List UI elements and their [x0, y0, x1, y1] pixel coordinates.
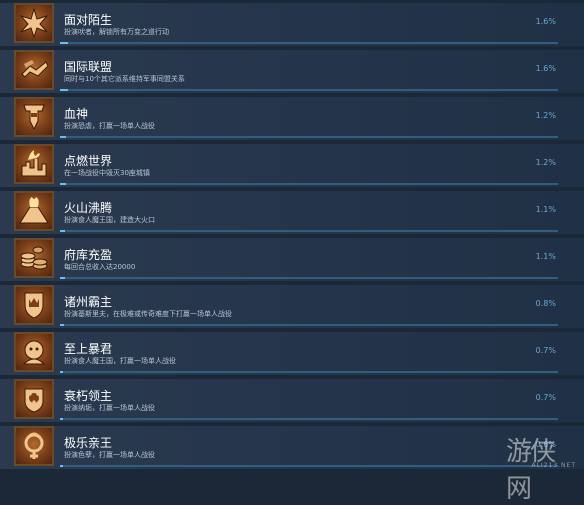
achievement-percent: 1.2% [535, 158, 556, 167]
progress-bar [60, 371, 558, 373]
achievement-percent: 1.1% [535, 205, 556, 214]
achievement-percent: 0.7% [535, 393, 556, 402]
progress-bar [60, 183, 558, 185]
achievement-description: 扮演纳垢，打赢一场单人战役 [64, 404, 155, 412]
progress-fill [60, 183, 66, 185]
progress-fill [60, 89, 68, 91]
progress-fill [60, 324, 64, 326]
achievement-percent: 0.7% [535, 346, 556, 355]
achievement-description: 在一场战役中毁灭30座城镇 [64, 169, 150, 177]
progress-fill [60, 230, 66, 232]
coin-stacks-icon [14, 238, 54, 278]
achievement-row[interactable]: 至上暴君 扮演食人魔王国，打赢一场单人战役 0.7% [0, 332, 584, 375]
progress-bar [60, 418, 558, 420]
achievement-title: 火山沸腾 [64, 201, 113, 215]
achievement-percent: 1.1% [535, 252, 556, 261]
burning-city-icon [14, 144, 54, 184]
achievement-row[interactable]: 府库充盈 每回合总收入达20000 1.1% [0, 238, 584, 281]
achievement-row[interactable]: 点燃世界 在一场战役中毁灭30座城镇 1.2% [0, 144, 584, 187]
achievement-row[interactable]: 衰朽领主 扮演纳垢，打赢一场单人战役 0.7% [0, 379, 584, 422]
achievement-title: 血神 [64, 107, 89, 121]
achievement-description: 扮演食人魔王国，建造大火口 [64, 216, 155, 224]
slaanesh-emblem-icon [14, 426, 54, 466]
achievement-title: 面对陌生 [64, 13, 113, 27]
achievement-title: 至上暴君 [64, 342, 113, 356]
achievement-row[interactable]: 极乐亲王 扮演色孽，打赢一场单人战役 0.6% [0, 426, 584, 469]
crown-shield-icon [14, 285, 54, 325]
achievement-title: 国际联盟 [64, 60, 113, 74]
volcano-icon [14, 191, 54, 231]
progress-fill [60, 418, 64, 420]
watermark-subtext: ALI213.NET [531, 462, 576, 469]
progress-bar [60, 136, 558, 138]
achievement-description: 扮演色孽，打赢一场单人战役 [64, 451, 155, 459]
star-burst-icon [14, 3, 54, 43]
achievement-title: 极乐亲王 [64, 436, 113, 450]
khorne-emblem-icon [14, 97, 54, 137]
achievement-title: 诸州霸主 [64, 295, 113, 309]
achievement-description: 每回合总收入达20000 [64, 263, 136, 271]
progress-bar [60, 465, 558, 467]
achievement-percent: 0.8% [535, 299, 556, 308]
achievement-description: 同时与10个其它派系维持军事同盟关系 [64, 75, 185, 83]
progress-fill [60, 42, 68, 44]
progress-bar [60, 324, 558, 326]
achievement-row[interactable]: 火山沸腾 扮演食人魔王国，建造大火口 1.1% [0, 191, 584, 234]
achievement-description: 扮演基斯里夫，在极难或传奇难度下打赢一场单人战役 [64, 310, 232, 318]
progress-fill [60, 465, 63, 467]
achievement-description: 扮演恐虐，打赢一场单人战役 [64, 122, 155, 130]
achievement-title: 点燃世界 [64, 154, 113, 168]
achievement-title: 衰朽领主 [64, 389, 113, 403]
achievement-description: 扮演吠者，解锁所有万变之道行动 [64, 28, 169, 36]
achievement-row[interactable]: 面对陌生 扮演吠者，解锁所有万变之道行动 1.6% [0, 3, 584, 46]
progress-bar [60, 89, 558, 91]
handshake-icon [14, 50, 54, 90]
achievement-list: 面对陌生 扮演吠者，解锁所有万变之道行动 1.6% 国际联盟 同时与10个其它派… [0, 0, 584, 504]
progress-fill [60, 371, 64, 373]
achievement-description: 扮演食人魔王国，打赢一场单人战役 [64, 357, 176, 365]
progress-fill [60, 277, 66, 279]
progress-bar [60, 42, 558, 44]
achievement-row[interactable]: 诸州霸主 扮演基斯里夫，在极难或传奇难度下打赢一场单人战役 0.8% [0, 285, 584, 328]
achievement-percent: 1.6% [535, 64, 556, 73]
site-watermark: 游侠网 ALI213.NET [506, 431, 576, 504]
achievement-percent: 1.2% [535, 111, 556, 120]
achievement-row[interactable]: 血神 扮演恐虐，打赢一场单人战役 1.2% [0, 97, 584, 140]
progress-bar [60, 230, 558, 232]
achievement-row[interactable]: 国际联盟 同时与10个其它派系维持军事同盟关系 1.6% [0, 50, 584, 93]
progress-fill [60, 136, 66, 138]
achievement-percent: 1.6% [535, 17, 556, 26]
achievement-title: 府库充盈 [64, 248, 113, 262]
progress-bar [60, 277, 558, 279]
nurgle-emblem-icon [14, 379, 54, 419]
ogre-emblem-icon [14, 332, 54, 372]
